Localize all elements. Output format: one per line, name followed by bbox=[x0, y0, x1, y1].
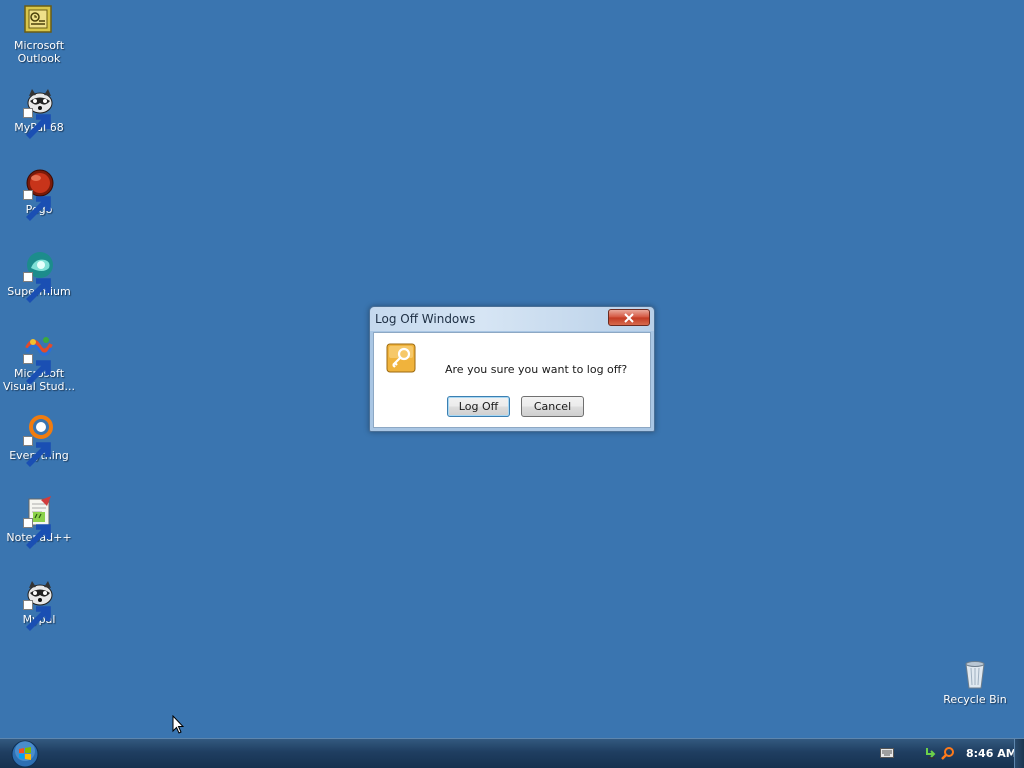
supermium-icon bbox=[23, 250, 55, 303]
close-button[interactable] bbox=[608, 309, 650, 326]
dialog-titlebar[interactable]: Log Off Windows bbox=[370, 307, 654, 331]
shortcut-arrow-icon bbox=[23, 600, 51, 631]
log-off-button[interactable]: Log Off bbox=[447, 396, 510, 417]
raccoon-icon bbox=[23, 578, 55, 631]
shortcut-arrow-icon bbox=[23, 272, 51, 303]
desktop-icon-everything[interactable]: Everything bbox=[1, 414, 77, 467]
key-icon bbox=[386, 343, 416, 373]
pego-icon bbox=[23, 168, 55, 221]
shortcut-arrow-icon bbox=[23, 354, 51, 385]
dialog-title: Log Off Windows bbox=[375, 312, 476, 326]
taskbar: 8:46 AM bbox=[0, 738, 1024, 768]
desktop-icon-label: Recycle Bin bbox=[943, 693, 1007, 706]
desktop-icon-recycle-bin[interactable]: Recycle Bin bbox=[937, 658, 1013, 706]
system-tray: 8:46 AM bbox=[874, 739, 1024, 768]
sync-icon[interactable] bbox=[924, 746, 938, 760]
mouse-cursor-icon bbox=[172, 715, 184, 734]
dialog-message: Are you sure you want to log off? bbox=[445, 363, 628, 376]
desktop-icon-mypal[interactable]: Mypal bbox=[1, 578, 77, 631]
desktop-icon-microsoft-outlook[interactable]: Microsoft Outlook bbox=[1, 4, 77, 65]
desktop-icon-label: Microsoft Outlook bbox=[13, 39, 65, 65]
desktop-icon-supermium[interactable]: Supermium bbox=[1, 250, 77, 303]
shortcut-arrow-icon bbox=[23, 190, 51, 221]
keyboard-icon[interactable] bbox=[880, 748, 894, 758]
notepad-plus-plus-icon bbox=[23, 496, 55, 549]
show-desktop-button[interactable] bbox=[1014, 739, 1024, 768]
raccoon-icon bbox=[23, 86, 55, 139]
recycle-bin-icon bbox=[959, 658, 991, 690]
close-icon bbox=[624, 312, 634, 323]
shortcut-arrow-icon bbox=[23, 518, 51, 549]
everything-icon bbox=[23, 414, 55, 467]
shortcut-arrow-icon bbox=[23, 436, 51, 467]
start-button[interactable] bbox=[11, 740, 39, 768]
desktop-icon-mypal-68[interactable]: MyPal 68 bbox=[1, 86, 77, 139]
desktop-icon-microsoft-visual-studio[interactable]: Microsoft Visual Stud... bbox=[1, 332, 77, 393]
visual-studio-icon bbox=[23, 332, 55, 385]
outlook-icon bbox=[23, 4, 55, 36]
clock[interactable]: 8:46 AM bbox=[966, 747, 1017, 760]
log-off-dialog: Log Off Windows Are you sure you want to… bbox=[369, 306, 655, 432]
desktop-icon-pego[interactable]: Pego bbox=[1, 168, 77, 221]
desktop-icon-notepad-plus-plus[interactable]: Notepad++ bbox=[1, 496, 77, 549]
dialog-body: Are you sure you want to log off? Log Of… bbox=[373, 332, 651, 428]
shortcut-arrow-icon bbox=[23, 108, 51, 139]
windows-orb-icon bbox=[11, 740, 39, 768]
cancel-button[interactable]: Cancel bbox=[521, 396, 584, 417]
search-icon[interactable] bbox=[941, 746, 955, 760]
